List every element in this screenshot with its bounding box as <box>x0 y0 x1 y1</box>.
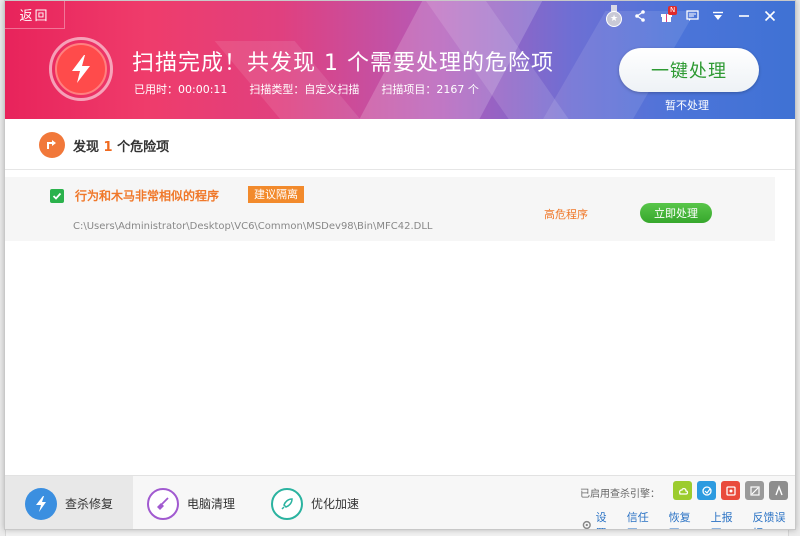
warning-arrow-icon <box>39 132 65 158</box>
menu-dropdown-icon[interactable] <box>705 5 731 27</box>
risk-level: 高危程序 <box>544 208 588 221</box>
gift-icon[interactable]: N <box>653 5 679 27</box>
risk-name: 行为和木马非常相似的程序 <box>75 189 220 203</box>
found-summary: 发现 1 个危险项 <box>39 132 169 158</box>
kill-engine-icon[interactable] <box>721 481 740 500</box>
lightning-icon <box>55 43 107 95</box>
risk-file-path: C:\Users\Administrator\Desktop\VC6\Commo… <box>73 221 433 232</box>
settings-link[interactable]: 设置 <box>581 509 617 529</box>
divider <box>5 169 795 170</box>
scan-type: 扫描类型：自定义扫描 <box>249 83 360 96</box>
handle-now-button[interactable]: 立即处理 <box>640 203 712 223</box>
minimize-icon[interactable] <box>731 5 757 27</box>
new-badge: N <box>668 6 678 15</box>
lightning-icon <box>25 487 57 520</box>
message-icon[interactable] <box>679 5 705 27</box>
system-repair-engine-icon[interactable] <box>745 481 764 500</box>
found-count-text: 发现 1 个危险项 <box>73 139 170 155</box>
risk-list-item: 行为和木马非常相似的程序 建议隔离 C:\Users\Administrator… <box>5 177 775 241</box>
title-bar-icons: ★ N <box>601 5 783 27</box>
engine-list <box>673 481 788 500</box>
cloud-engine-icon[interactable] <box>673 481 692 500</box>
risk-checkbox[interactable] <box>50 189 64 203</box>
tab-speed-up[interactable]: 优化加速 <box>271 476 381 529</box>
broom-icon <box>147 487 179 520</box>
gear-icon <box>582 520 591 529</box>
one-key-fix-button[interactable]: 一键处理 <box>619 48 759 92</box>
restore-zone-link[interactable]: 恢复区 <box>669 509 701 529</box>
scan-status-icon <box>49 37 113 101</box>
risk-suggestion-tag: 建议隔离 <box>248 186 304 203</box>
scan-info-row: 已用时：00:00:11 扫描类型：自定义扫描 扫描项目：2167 个 <box>134 81 479 97</box>
medal-icon[interactable]: ★ <box>601 5 627 27</box>
share-icon[interactable] <box>627 5 653 27</box>
close-icon[interactable] <box>757 5 783 27</box>
footer-links: 设置 信任区 恢复区 上报区 反馈误报 <box>581 509 795 529</box>
tab-virus-scan[interactable]: 查杀修复 <box>5 476 133 529</box>
report-zone-link[interactable]: 上报区 <box>711 509 743 529</box>
skip-link[interactable]: 暂不处理 <box>665 97 709 113</box>
trust-zone-link[interactable]: 信任区 <box>627 509 659 529</box>
rocket-icon <box>271 487 303 520</box>
elapsed-time: 已用时：00:00:11 <box>134 83 228 96</box>
header-banner: 返回 ★ N 扫描完成！共发现 1 个需要处理的危险项 已用时：00:00:11… <box>5 1 795 119</box>
scan-result-window: 返回 ★ N 扫描完成！共发现 1 个需要处理的危险项 已用时：00:00:11… <box>4 0 796 530</box>
engine-label: 已启用查杀引擎： <box>580 489 660 500</box>
scan-result-title: 扫描完成！共发现 1 个需要处理的危险项 <box>132 51 554 76</box>
found-count: 1 <box>103 139 113 155</box>
back-button[interactable]: 返回 <box>5 1 65 29</box>
false-positive-link[interactable]: 反馈误报 <box>752 509 795 529</box>
scan-item-count: 扫描项目：2167 个 <box>381 83 479 96</box>
qvm-engine-icon[interactable] <box>697 481 716 500</box>
tab-pc-cleanup[interactable]: 电脑清理 <box>147 476 257 529</box>
avira-engine-icon[interactable] <box>769 481 788 500</box>
bottom-nav: 查杀修复 电脑清理 优化加速 已启用查杀引擎： 设 信任 恢复 上报 反馈误 <box>5 475 795 529</box>
